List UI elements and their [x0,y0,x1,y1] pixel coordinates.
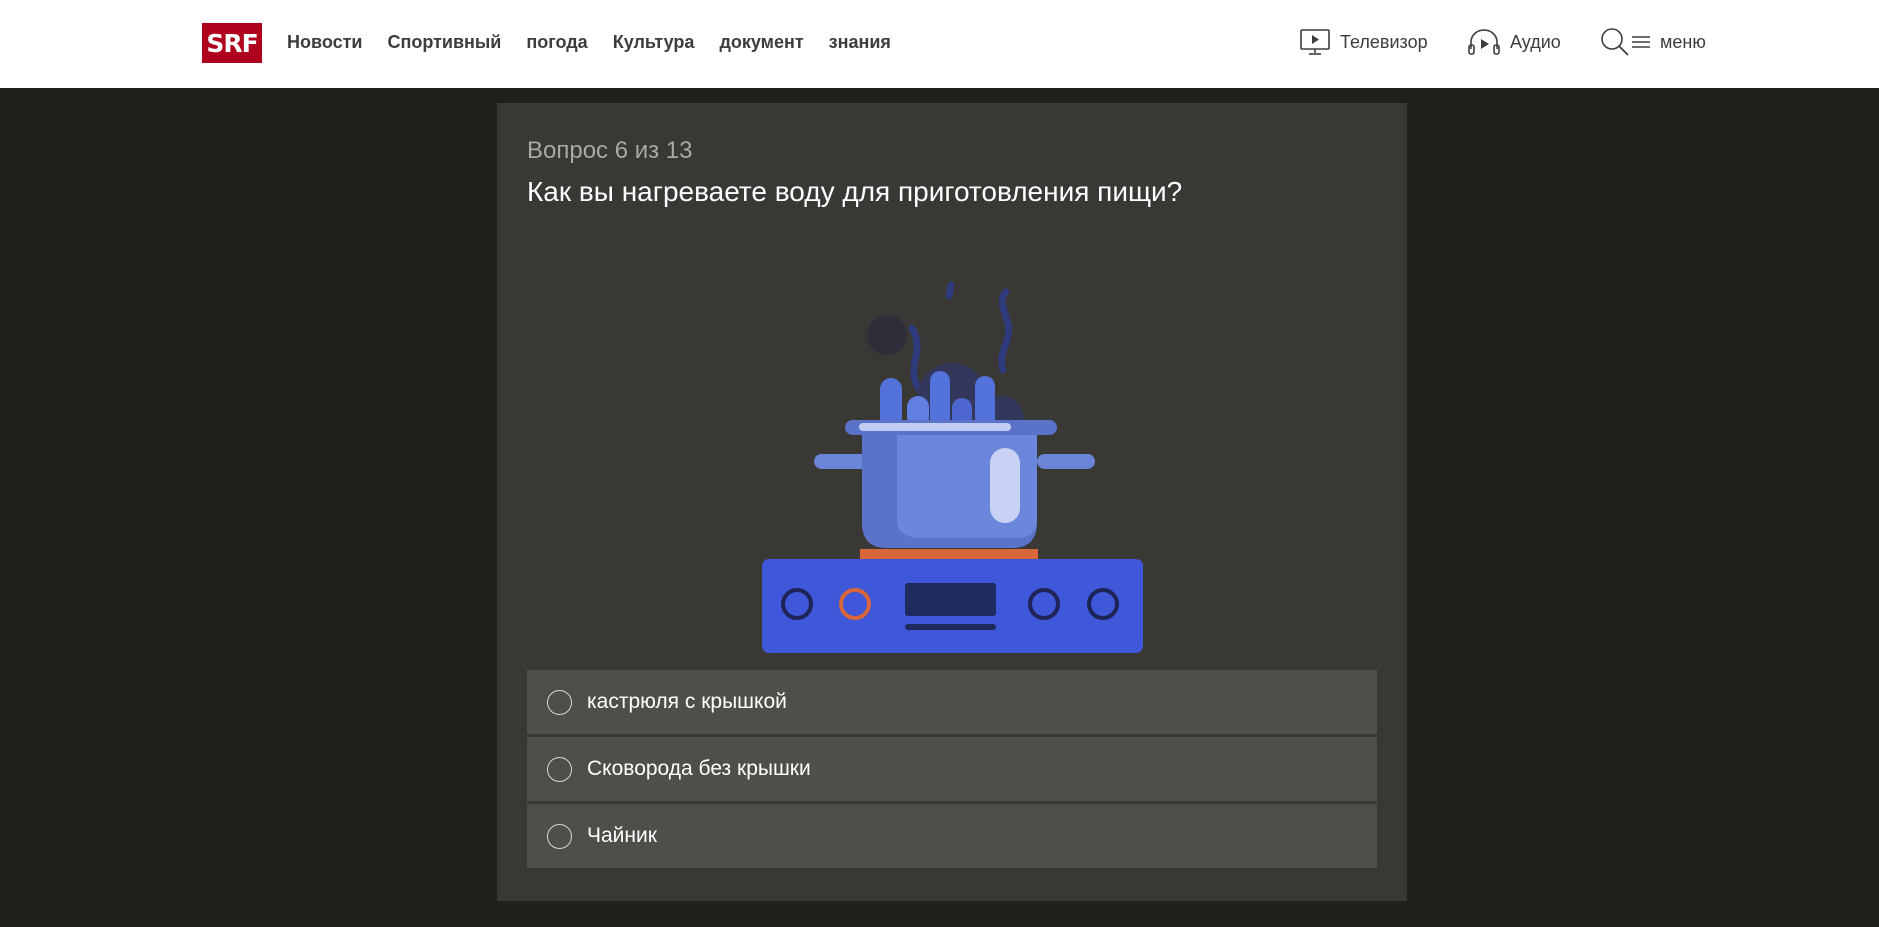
audio-label: Аудио [1510,31,1561,52]
search-icon [1600,27,1630,57]
srf-logo[interactable]: SRF [202,23,262,63]
tv-link[interactable]: Телевизор [1300,0,1428,84]
nav-item-document[interactable]: документ [719,32,803,53]
radio-button[interactable] [547,756,572,782]
answer-list: кастрюля с крышкой Сковорода без крышки … [527,670,1377,868]
menu-lines-icon [1632,34,1650,50]
tv-label: Телевизор [1340,31,1428,52]
headphones-icon [1468,28,1500,56]
audio-link[interactable]: Аудио [1468,0,1561,84]
question-title: Как вы нагреваете воду для приготовления… [527,176,1183,207]
answer-option-pot-with-lid[interactable]: кастрюля с крышкой [527,670,1377,734]
answer-option-kettle[interactable]: Чайник [527,804,1377,868]
quiz-card: Вопрос 6 из 13 Как вы нагреваете воду дл… [497,103,1407,901]
question-counter: Вопрос 6 из 13 [527,137,693,164]
menu-label: меню [1660,31,1706,52]
tv-icon [1300,28,1330,56]
answer-label: кастрюля с крышкой [587,690,787,713]
site-header: SRF Новости Спортивный погода Культура д… [0,0,1879,88]
answer-option-pan-without-lid[interactable]: Сковорода без крышки [527,737,1377,801]
nav-item-weather[interactable]: погода [526,32,587,53]
nav-item-news[interactable]: Новости [287,32,362,53]
main-nav: Новости Спортивный погода Культура докум… [287,0,891,84]
nav-item-knowledge[interactable]: знания [829,32,891,53]
answer-label: Сковорода без крышки [587,757,811,780]
radio-button[interactable] [547,823,572,849]
radio-button[interactable] [547,689,572,715]
menu-button[interactable]: меню [1600,0,1706,84]
nav-item-sport[interactable]: Спортивный [387,32,501,53]
nav-item-culture[interactable]: Культура [613,32,695,53]
boiling-pot-on-stove-icon [762,258,1147,653]
answer-label: Чайник [587,824,657,847]
